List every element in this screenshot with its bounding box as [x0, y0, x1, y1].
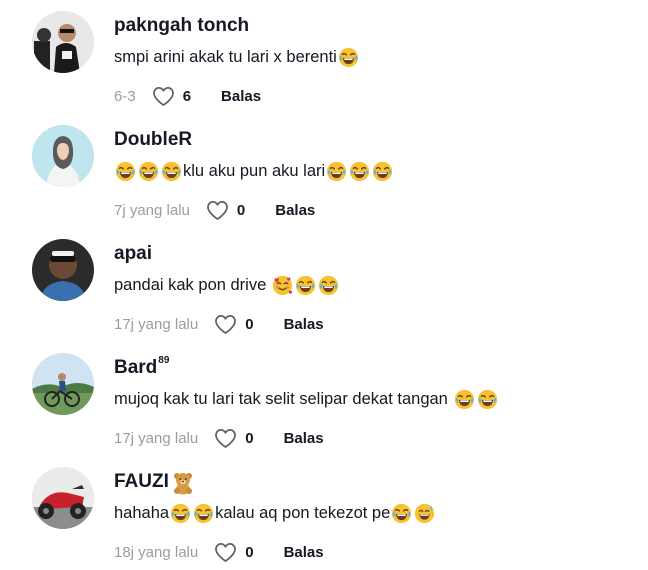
man-selfie-photo-icon	[32, 239, 94, 301]
laugh-icon	[295, 275, 316, 296]
reply-button[interactable]: Balas	[284, 544, 324, 561]
teddy-bear-icon	[171, 471, 195, 495]
heart-outline-icon[interactable]	[152, 86, 175, 107]
laugh-icon	[477, 389, 498, 410]
timestamp: 17j yang lalu	[114, 429, 199, 447]
like-button[interactable]: 0	[206, 200, 245, 221]
comment-meta: 6-3 6 Balas	[114, 85, 261, 107]
comment-meta: 18j yang lalu 0 Balas	[114, 541, 324, 563]
like-count: 6	[182, 87, 192, 105]
heart-outline-icon[interactable]	[214, 314, 237, 335]
username[interactable]: pakngah tonch	[114, 15, 249, 37]
comment-item: FAUZI hahaha kalau aq pon tekezot pe 18j…	[0, 456, 648, 570]
like-button[interactable]: 0	[214, 542, 254, 563]
laugh-icon	[161, 161, 182, 182]
laugh-icon	[391, 503, 412, 524]
hijab-woman-illustration-icon	[32, 125, 94, 187]
username[interactable]: apai	[114, 243, 152, 265]
like-button[interactable]: 6	[152, 86, 191, 107]
laugh-icon	[115, 161, 136, 182]
username-superscript: 89	[158, 355, 170, 366]
comment-text-content-2: kalau aq pon tekezot pe	[215, 504, 391, 522]
avatar[interactable]	[32, 353, 94, 415]
reply-button[interactable]: Balas	[275, 202, 315, 219]
laugh-icon	[170, 503, 191, 524]
reply-button[interactable]: Balas	[221, 88, 261, 105]
comment-item: pakngah tonch smpi arini akak tu lari x …	[0, 0, 648, 114]
username[interactable]: DoubleR	[114, 129, 192, 151]
like-button[interactable]: 0	[214, 428, 254, 449]
comment-meta: 7j yang lalu 0 Balas	[114, 199, 315, 221]
comment-text-content: mujoq kak tu lari tak selit selipar deka…	[114, 390, 448, 408]
like-count: 0	[245, 315, 254, 333]
comment-text-content: smpi arini akak tu lari x berenti	[114, 48, 337, 66]
comment-item: DoubleR klu aku pun aku lari 7j yang lal…	[0, 114, 648, 228]
timestamp: 17j yang lalu	[114, 315, 199, 333]
laugh-icon	[326, 161, 347, 182]
comment-item: apai pandai kak pon drive 17j yang lalu …	[0, 228, 648, 342]
comment-text-content: pandai kak pon drive	[114, 276, 267, 294]
heart-outline-icon[interactable]	[214, 542, 237, 563]
like-count: 0	[245, 429, 254, 447]
person-mask-photo-icon	[32, 11, 94, 73]
comment-text: smpi arini akak tu lari x berenti	[114, 47, 360, 68]
avatar[interactable]	[32, 239, 94, 301]
comment-text: pandai kak pon drive	[114, 275, 340, 296]
username[interactable]: Bard 89	[114, 355, 170, 379]
smiling-hearts-icon	[272, 275, 293, 296]
comment-item: Bard 89 mujoq kak tu lari tak selit seli…	[0, 342, 648, 456]
comment-text-content: hahaha	[114, 504, 170, 522]
reply-button[interactable]: Balas	[284, 316, 324, 333]
like-button[interactable]: 0	[214, 314, 254, 335]
avatar[interactable]	[32, 11, 94, 73]
username-text: FAUZI	[114, 471, 169, 492]
reply-button[interactable]: Balas	[284, 430, 324, 447]
motorcycle-photo-icon	[32, 467, 94, 529]
laugh-icon	[349, 161, 370, 182]
comment-text: klu aku pun aku lari	[114, 161, 394, 182]
comment-meta: 17j yang lalu 0 Balas	[114, 313, 324, 335]
avatar[interactable]	[32, 125, 94, 187]
laugh-icon	[193, 503, 214, 524]
like-count: 0	[245, 543, 254, 561]
timestamp: 6-3	[114, 87, 136, 105]
heart-outline-icon[interactable]	[206, 200, 229, 221]
avatar[interactable]	[32, 467, 94, 529]
laugh-icon	[318, 275, 339, 296]
laugh-icon	[338, 47, 359, 68]
comment-text-content: klu aku pun aku lari	[183, 162, 326, 180]
comment-text: hahaha kalau aq pon tekezot pe	[114, 503, 436, 524]
laugh-icon	[454, 389, 475, 410]
comment-text: mujoq kak tu lari tak selit selipar deka…	[114, 389, 499, 410]
timestamp: 18j yang lalu	[114, 543, 199, 561]
username[interactable]: FAUZI	[114, 471, 196, 495]
comment-meta: 17j yang lalu 0 Balas	[114, 427, 324, 449]
heart-outline-icon[interactable]	[214, 428, 237, 449]
like-count: 0	[236, 201, 246, 219]
timestamp: 7j yang lalu	[114, 201, 190, 219]
cyclist-photo-icon	[32, 353, 94, 415]
laugh-icon	[372, 161, 393, 182]
username-text: Bard	[114, 357, 158, 378]
laugh-icon	[138, 161, 159, 182]
grinning-sweat-icon	[414, 503, 435, 524]
